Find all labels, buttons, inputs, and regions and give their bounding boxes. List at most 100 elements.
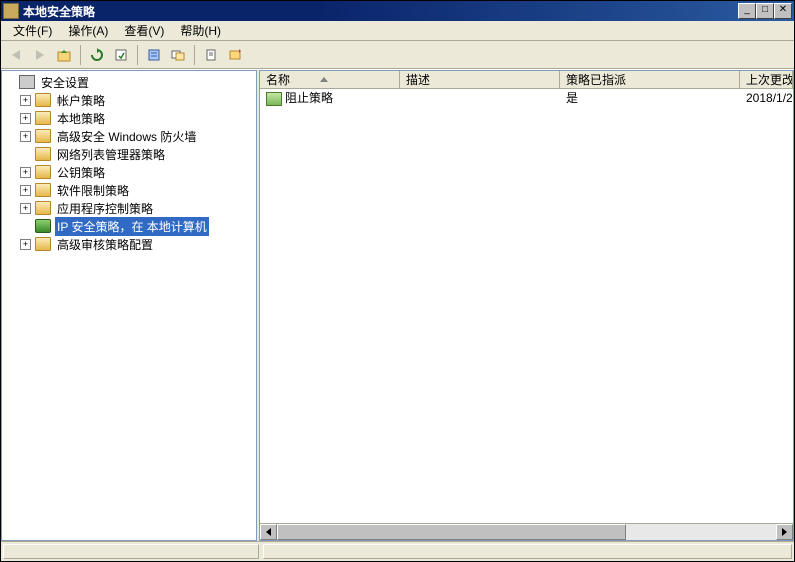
tree-node[interactable]: + 高级审核策略配置 <box>18 235 256 253</box>
folder-icon <box>35 165 51 179</box>
tree-node[interactable]: + 公钥策略 <box>18 163 256 181</box>
tree-node-label: IP 安全策略，在 本地计算机 <box>55 217 209 236</box>
menubar: 文件(F) 操作(A) 查看(V) 帮助(H) <box>1 21 794 41</box>
scroll-thumb[interactable] <box>277 524 626 540</box>
expander-icon[interactable]: + <box>20 239 31 250</box>
cell-name-text: 阻止策略 <box>285 91 333 105</box>
tree-node[interactable]: + 本地策略 <box>18 109 256 127</box>
document-icon <box>204 48 218 62</box>
list-row[interactable]: 阻止策略是2018/1/22 11: <box>260 89 793 106</box>
folder-icon <box>35 183 51 197</box>
new-policy-button[interactable] <box>224 44 246 66</box>
scroll-right-button[interactable] <box>776 524 793 540</box>
column-assigned[interactable]: 策略已指派 <box>560 71 740 88</box>
folder-icon <box>35 129 51 143</box>
policy-icon <box>228 48 242 62</box>
maximize-button[interactable]: □ <box>756 3 774 19</box>
folder-up-icon <box>56 47 72 63</box>
expander-icon[interactable]: + <box>20 203 31 214</box>
refresh-button[interactable] <box>86 44 108 66</box>
expander-none <box>20 149 31 160</box>
column-modified-time[interactable]: 上次更改时间 <box>740 71 793 88</box>
statusbar <box>1 541 794 561</box>
app-icon <box>3 3 19 19</box>
titlebar: 本地安全策略 _ □ ✕ <box>1 1 794 21</box>
minimize-button[interactable]: _ <box>738 3 756 19</box>
folder-icon <box>35 147 51 161</box>
list-body[interactable]: 阻止策略是2018/1/22 11: <box>260 89 793 523</box>
export-icon <box>114 48 128 62</box>
toolbar-separator <box>194 45 195 65</box>
policy-assigned-icon <box>266 92 282 106</box>
expander-icon[interactable]: + <box>20 95 31 106</box>
column-assigned-label: 策略已指派 <box>566 71 626 88</box>
window-title: 本地安全策略 <box>23 3 738 20</box>
folder-icon <box>35 237 51 251</box>
tree-node-label: 本地策略 <box>55 109 107 128</box>
tree-node[interactable]: IP 安全策略，在 本地计算机 <box>18 217 256 235</box>
arrow-right-icon <box>782 528 787 536</box>
toolbar <box>1 41 794 69</box>
tree-children: + 帐户策略 + 本地策略 + 高级安全 Windows 防火墙网络列表管理器策略 + 公钥策… <box>2 91 256 253</box>
cell-name: 阻止策略 <box>260 89 400 106</box>
new-item-button[interactable] <box>200 44 222 66</box>
column-desc-label: 描述 <box>406 71 430 88</box>
folder-icon <box>35 93 51 107</box>
refresh-icon <box>90 48 104 62</box>
close-button[interactable]: ✕ <box>774 3 792 19</box>
menu-action[interactable]: 操作(A) <box>60 20 116 41</box>
toolbar-separator <box>137 45 138 65</box>
tree-node-label: 公钥策略 <box>55 163 107 182</box>
properties-icon <box>147 48 161 62</box>
column-name[interactable]: 名称 <box>260 71 400 88</box>
expander-icon[interactable]: + <box>20 113 31 124</box>
expander-none <box>20 221 31 232</box>
tree-node[interactable]: + 帐户策略 <box>18 91 256 109</box>
tree-node[interactable]: + 高级安全 Windows 防火墙 <box>18 127 256 145</box>
tree-root[interactable]: 安全设置 <box>2 73 256 91</box>
tree-node-label: 软件限制策略 <box>55 181 131 200</box>
tree-node-label: 高级安全 Windows 防火墙 <box>55 127 198 146</box>
expander-none <box>4 77 15 88</box>
arrow-back-icon <box>12 50 20 60</box>
status-cell-right <box>263 544 792 559</box>
tree-node-label: 高级审核策略配置 <box>55 235 155 254</box>
tree-node-label: 帐户策略 <box>55 91 107 110</box>
main-area: 安全设置 + 帐户策略 + 本地策略 + 高级安全 Windows 防火墙网络列表管理器策… <box>1 69 794 541</box>
column-mtime-label: 上次更改时间 <box>746 71 793 88</box>
new-window-button[interactable] <box>167 44 189 66</box>
tree-node[interactable]: + 应用程序控制策略 <box>18 199 256 217</box>
list-pane: 名称 描述 策略已指派 上次更改时间 阻止策略是2018/1/22 11: <box>259 70 794 541</box>
list-header: 名称 描述 策略已指派 上次更改时间 <box>260 71 793 89</box>
forward-button <box>29 44 51 66</box>
folder-icon <box>35 111 51 125</box>
expander-icon[interactable]: + <box>20 185 31 196</box>
tree-node[interactable]: 网络列表管理器策略 <box>18 145 256 163</box>
properties-button[interactable] <box>143 44 165 66</box>
window-icon <box>171 48 185 62</box>
folder-icon <box>35 201 51 215</box>
scroll-left-button[interactable] <box>260 524 277 540</box>
menu-help[interactable]: 帮助(H) <box>172 20 229 41</box>
cell-modified-time: 2018/1/22 11: <box>740 91 793 105</box>
scroll-track[interactable] <box>277 524 776 540</box>
column-description[interactable]: 描述 <box>400 71 560 88</box>
expander-icon[interactable]: + <box>20 131 31 142</box>
tree-node-label: 应用程序控制策略 <box>55 199 155 218</box>
app-window: 本地安全策略 _ □ ✕ 文件(F) 操作(A) 查看(V) 帮助(H) <box>0 0 795 562</box>
tree-node[interactable]: + 软件限制策略 <box>18 181 256 199</box>
status-cell-left <box>3 544 259 559</box>
ipsec-icon <box>35 219 51 233</box>
arrow-left-icon <box>266 528 271 536</box>
expander-icon[interactable]: + <box>20 167 31 178</box>
arrow-forward-icon <box>36 50 44 60</box>
menu-view[interactable]: 查看(V) <box>116 20 172 41</box>
back-button <box>5 44 27 66</box>
up-button[interactable] <box>53 44 75 66</box>
tree-node-label: 网络列表管理器策略 <box>55 145 167 164</box>
menu-file[interactable]: 文件(F) <box>5 20 60 41</box>
horizontal-scrollbar[interactable] <box>260 523 793 540</box>
tree-pane[interactable]: 安全设置 + 帐户策略 + 本地策略 + 高级安全 Windows 防火墙网络列表管理器策… <box>1 70 257 541</box>
export-button[interactable] <box>110 44 132 66</box>
column-name-label: 名称 <box>266 71 290 88</box>
